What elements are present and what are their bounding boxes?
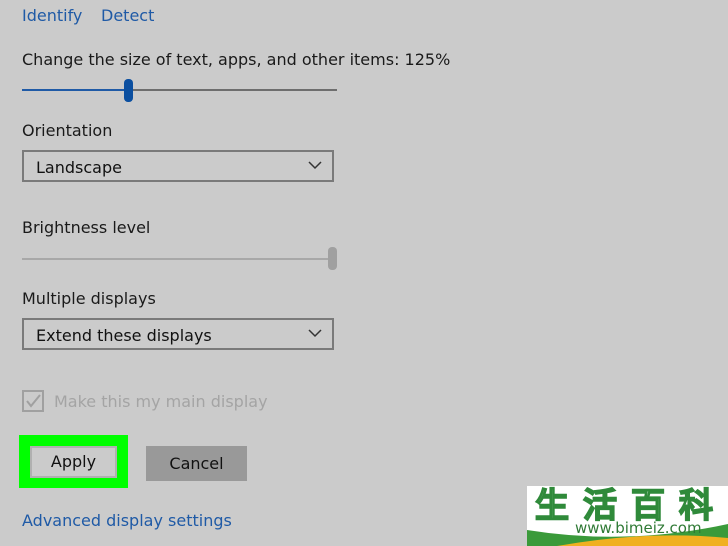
identify-link[interactable]: Identify (22, 6, 82, 25)
orientation-value: Landscape (36, 158, 122, 177)
chevron-down-icon (308, 329, 322, 338)
multiple-displays-dropdown[interactable]: Extend these displays (22, 318, 334, 350)
chevron-down-icon (308, 161, 322, 170)
scale-label: Change the size of text, apps, and other… (22, 50, 451, 69)
scale-slider-fill (22, 89, 128, 91)
brightness-slider-track (22, 258, 332, 260)
main-display-label: Make this my main display (54, 392, 268, 411)
brightness-label: Brightness level (22, 218, 151, 237)
brightness-slider-thumb[interactable] (328, 247, 337, 270)
multiple-displays-label: Multiple displays (22, 289, 156, 308)
main-display-checkbox[interactable] (22, 390, 44, 412)
apply-button[interactable]: Apply (30, 446, 117, 478)
scale-slider-thumb[interactable] (124, 79, 133, 102)
multiple-displays-value: Extend these displays (36, 326, 212, 345)
checkmark-icon (26, 394, 41, 408)
orientation-label: Orientation (22, 121, 113, 140)
advanced-display-settings-link[interactable]: Advanced display settings (22, 511, 232, 530)
watermark-logo: 生活百科 www.bimeiz.com (527, 486, 728, 546)
scale-slider-track (128, 89, 337, 91)
detect-link[interactable]: Detect (101, 6, 154, 25)
cancel-button[interactable]: Cancel (146, 446, 247, 481)
orientation-dropdown[interactable]: Landscape (22, 150, 334, 182)
